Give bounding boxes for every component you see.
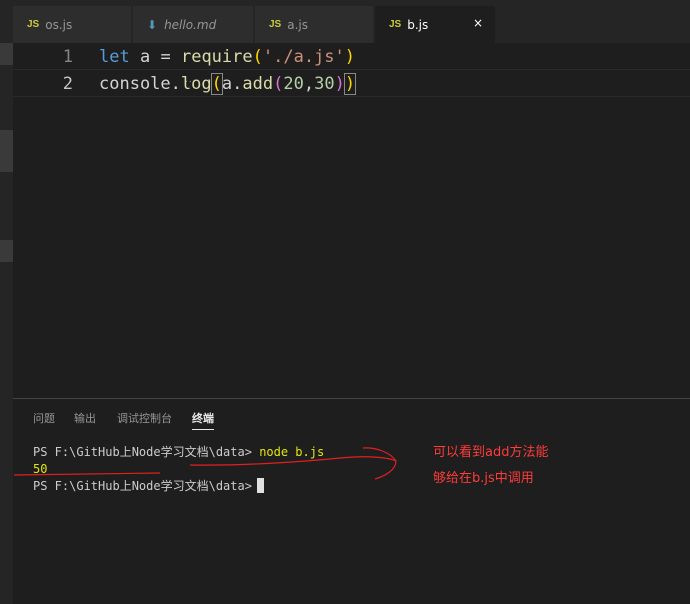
strip-marker	[0, 130, 13, 172]
bottom-panel: 问题 输出 调试控制台 终端 PS F:\GitHub上Node学习文档\dat…	[13, 398, 690, 604]
keyword-token: let	[99, 47, 130, 67]
number-token: 20	[283, 74, 304, 94]
bracket-token: (	[273, 74, 284, 94]
strip-marker	[0, 43, 13, 65]
terminal-line: PS F:\GitHub上Node学习文档\data> node b.js	[33, 444, 324, 461]
identifier-token: console	[99, 74, 171, 94]
editor-tab-bar: JS os.js ⬇ hello.md JS a.js JS b.js ×	[13, 0, 690, 43]
tab-terminal[interactable]: 终端	[192, 410, 214, 430]
function-token: require	[180, 47, 253, 67]
strip-marker	[0, 240, 13, 262]
punct-token: .	[170, 74, 181, 94]
line-number: 2	[62, 74, 73, 94]
bracket-token: )	[343, 73, 357, 95]
bracket-token: )	[344, 47, 356, 67]
code-line: 1 let a = require('./a.js') ...	[13, 43, 690, 85]
terminal-prompt: PS F:\GitHub上Node学习文档\data>	[33, 479, 252, 493]
js-file-icon: JS	[269, 19, 282, 30]
annotation-text: 够给在b.js中调用	[433, 471, 534, 486]
terminal-line[interactable]: PS F:\GitHub上Node学习文档\data>	[33, 478, 264, 495]
line-number: 1	[62, 47, 73, 67]
bracket-token: )	[334, 74, 345, 94]
tab-label: a.js	[287, 17, 308, 32]
tab-problems[interactable]: 问题	[33, 410, 55, 429]
tab-label: os.js	[45, 17, 73, 32]
string-token: './a.js'	[262, 47, 345, 67]
terminal-cursor	[256, 478, 264, 493]
terminal-command: node b.js	[259, 445, 325, 459]
markdown-file-icon: ⬇	[147, 17, 158, 32]
tab-hello-md[interactable]: ⬇ hello.md	[133, 6, 253, 43]
function-token: add	[242, 74, 274, 94]
close-icon[interactable]: ×	[473, 16, 483, 30]
code-line-current: 2 console.log(a.add(20,30))	[13, 69, 690, 97]
js-file-icon: JS	[389, 19, 402, 30]
terminal-prompt: PS F:\GitHub上Node学习文档\data>	[33, 445, 252, 459]
line-source: console.log(a.add(20,30))	[99, 70, 357, 98]
number-token: 30	[314, 74, 335, 94]
punct-token: .	[232, 74, 243, 94]
operator-token: =	[160, 47, 171, 67]
code-editor[interactable]: 1 let a = require('./a.js') ... 2 consol…	[13, 43, 690, 398]
tab-label: hello.md	[164, 17, 217, 32]
identifier-token: a	[139, 47, 151, 67]
activity-strip	[0, 0, 13, 604]
tab-os-js[interactable]: JS os.js	[13, 6, 131, 43]
tab-label: b.js	[407, 17, 429, 32]
annotation-text: 可以看到add方法能	[433, 445, 549, 460]
bracket-token: (	[252, 47, 263, 67]
punct-token: ,	[303, 74, 315, 94]
tab-a-js[interactable]: JS a.js	[255, 6, 373, 43]
tab-b-js[interactable]: JS b.js ×	[375, 6, 495, 43]
js-file-icon: JS	[27, 19, 40, 30]
bracket-token: (	[210, 73, 223, 95]
function-token: log	[180, 74, 212, 94]
identifier-token: a	[221, 74, 233, 94]
line-source: let a = require('./a.js')	[99, 43, 355, 71]
terminal-output: 50	[33, 462, 48, 476]
tab-debug-console[interactable]: 调试控制台	[117, 410, 172, 429]
tab-output[interactable]: 输出	[74, 410, 96, 429]
